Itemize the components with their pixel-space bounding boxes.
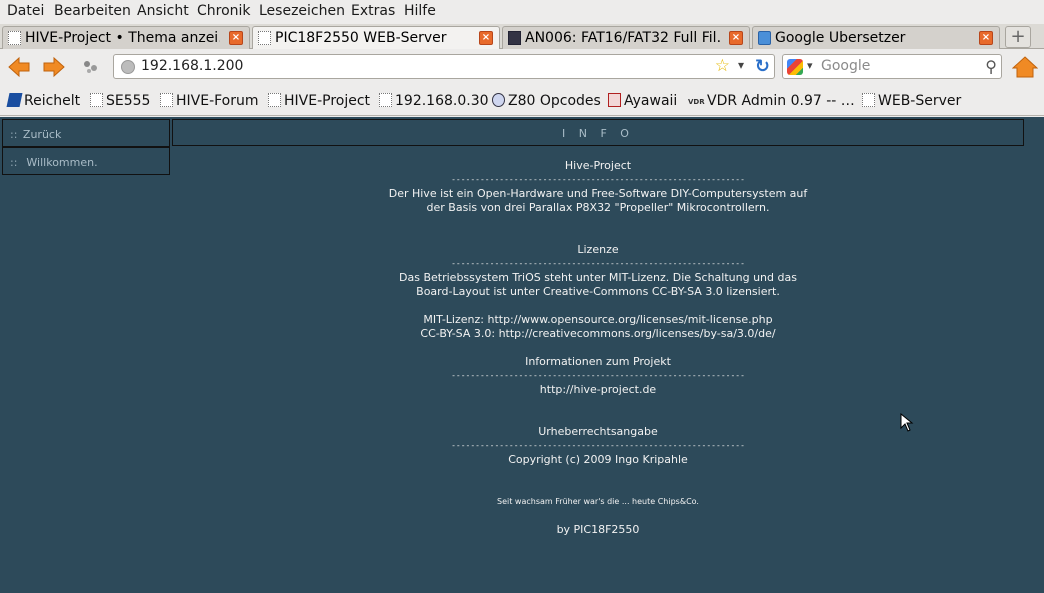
- divider: ----------------------------------------…: [451, 175, 745, 184]
- chevron-down-icon[interactable]: ▾: [738, 58, 744, 72]
- info-content: Hive-Project ---------------------------…: [172, 159, 1024, 537]
- paragraph-line: Der Hive ist ein Open-Hardware und Free-…: [388, 187, 808, 200]
- menu-bearbeiten[interactable]: Bearbeiten: [54, 3, 131, 19]
- paragraph-line: Das Betriebssystem TriOS steht unter MIT…: [399, 271, 797, 284]
- bookmark-vdr-admin[interactable]: VDR VDR Admin 0.97 -- …: [688, 93, 855, 112]
- section-title: Informationen zum Projekt: [525, 355, 671, 368]
- menu-lesezeichen[interactable]: Lesezeichen: [259, 3, 345, 19]
- info-header: I N F O: [172, 119, 1024, 146]
- home-icon[interactable]: [1012, 55, 1038, 79]
- mouse-cursor-icon: [900, 413, 914, 432]
- page-icon: [379, 93, 392, 107]
- new-tab-button[interactable]: +: [1005, 26, 1031, 48]
- google-search-engine-icon[interactable]: [787, 59, 803, 75]
- ayawaii-icon: [608, 93, 621, 107]
- url-text: 192.168.1.200: [141, 58, 244, 74]
- divider: ----------------------------------------…: [451, 259, 745, 268]
- chip-favicon-icon: [508, 31, 521, 45]
- tab-an006[interactable]: AN006: FAT16/FAT32 Full Fil… ×: [502, 26, 750, 49]
- close-tab-icon[interactable]: ×: [479, 31, 493, 45]
- project-link[interactable]: http://hive-project.de: [172, 383, 1024, 397]
- menu-extras[interactable]: Extras: [351, 3, 395, 19]
- license-link-line: MIT-Lizenz: http://www.opensource.org/li…: [423, 313, 773, 326]
- footer-credit: by PIC18F2550: [556, 523, 640, 536]
- welcome-link-label: Willkommen.: [26, 156, 98, 169]
- url-bar[interactable]: 192.168.1.200 ☆ ▾ ↻: [113, 54, 775, 79]
- section-title: Urheberrechtsangabe: [538, 425, 658, 438]
- bookmark-z80-opcodes[interactable]: Z80 Opcodes: [492, 93, 601, 109]
- bookmark-se555[interactable]: SE555: [90, 93, 150, 109]
- page-icon: [862, 93, 875, 107]
- back-link[interactable]: :: Zurück: [2, 119, 170, 147]
- vdr-icon: VDR: [688, 98, 705, 106]
- tab-title: PIC18F2550 WEB-Server: [275, 30, 447, 46]
- paragraph-line: Board-Layout ist unter Creative-Commons …: [416, 285, 780, 298]
- back-arrow-icon[interactable]: [7, 56, 31, 78]
- tab-strip: HIVE-Project • Thema anzei… × PIC18F2550…: [0, 24, 1044, 50]
- section-title: Lizenze: [577, 243, 619, 256]
- bookmark-star-icon[interactable]: ☆: [715, 56, 730, 76]
- license-link-line: CC-BY-SA 3.0: http://creativecommons.org…: [420, 327, 776, 340]
- tab-google-translate[interactable]: Google Übersetzer ×: [752, 26, 1000, 49]
- back-link-label: Zurück: [22, 128, 62, 141]
- menu-hilfe[interactable]: Hilfe: [404, 3, 436, 19]
- bookmark-ayawaii[interactable]: Ayawaii: [608, 93, 677, 109]
- menu-datei[interactable]: Datei: [7, 3, 44, 19]
- motto: Seit wachsam Früher war's die ... heute …: [497, 497, 699, 506]
- forward-arrow-icon[interactable]: [42, 56, 66, 78]
- paragraph-line: der Basis von drei Parallax P8X32 "Prope…: [426, 201, 770, 214]
- bookmark-web-server[interactable]: WEB-Server: [862, 93, 961, 109]
- reload-icon[interactable]: ↻: [755, 56, 770, 77]
- web-page: :: Zurück :: Willkommen. I N F O Hive-Pr…: [0, 117, 1044, 593]
- close-tab-icon[interactable]: ×: [979, 31, 993, 45]
- bookmark-192-168-0-30[interactable]: 192.168.0.30: [379, 93, 489, 109]
- menu-bar: Datei Bearbeiten Ansicht Chronik Lesezei…: [0, 0, 1044, 24]
- bookmark-hive-forum[interactable]: HIVE-Forum: [160, 93, 259, 109]
- google-translate-icon: [758, 31, 771, 45]
- copyright-line: Copyright (c) 2009 Ingo Kripahle: [508, 453, 688, 466]
- menu-chronik[interactable]: Chronik: [197, 3, 251, 19]
- tab-title: Google Übersetzer: [775, 30, 906, 46]
- page-icon: [268, 93, 281, 107]
- divider: ----------------------------------------…: [451, 441, 745, 450]
- page-favicon-icon: [258, 31, 271, 45]
- tab-hive-project[interactable]: HIVE-Project • Thema anzei… ×: [2, 26, 250, 49]
- search-bar[interactable]: ▾ Google ⚲: [782, 54, 1002, 79]
- divider: ----------------------------------------…: [451, 371, 745, 380]
- page-icon: [160, 93, 173, 107]
- history-icon[interactable]: [82, 59, 100, 75]
- navigation-bar: 192.168.1.200 ☆ ▾ ↻ ▾ Google ⚲: [0, 49, 1044, 87]
- globe-icon: [121, 60, 135, 74]
- tab-title: AN006: FAT16/FAT32 Full Fil…: [525, 30, 720, 46]
- welcome-link[interactable]: :: Willkommen.: [2, 147, 170, 175]
- tab-web-server[interactable]: PIC18F2550 WEB-Server ×: [252, 26, 500, 50]
- tab-title: HIVE-Project • Thema anzei…: [25, 30, 220, 46]
- section-title: Hive-Project: [564, 159, 632, 172]
- chevron-down-icon[interactable]: ▾: [807, 59, 813, 72]
- bookmark-reichelt[interactable]: Reichelt: [6, 93, 80, 109]
- close-tab-icon[interactable]: ×: [229, 31, 243, 45]
- bookmark-hive-project[interactable]: HIVE-Project: [268, 93, 370, 109]
- reichelt-icon: [6, 93, 23, 107]
- bookmarks-bar: Reichelt SE555 HIVE-Forum HIVE-Project 1…: [0, 87, 1044, 116]
- page-icon: [90, 93, 103, 107]
- close-tab-icon[interactable]: ×: [729, 31, 743, 45]
- search-placeholder: Google: [821, 58, 871, 74]
- magnifier-icon[interactable]: ⚲: [985, 57, 997, 76]
- z80-icon: [492, 93, 505, 107]
- menu-ansicht[interactable]: Ansicht: [137, 3, 189, 19]
- page-favicon-icon: [8, 31, 21, 45]
